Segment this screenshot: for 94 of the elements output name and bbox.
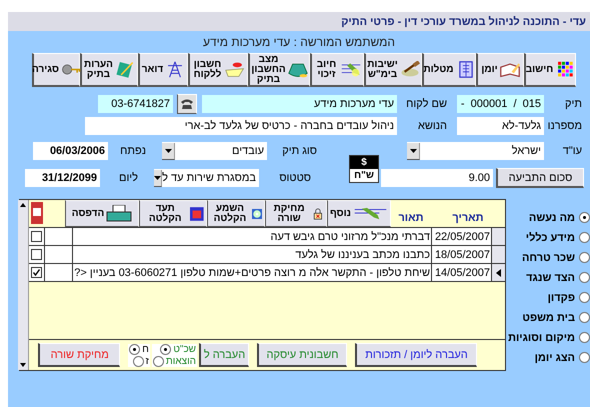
radio-button[interactable] [579,212,590,223]
table-cell: 18/05/2007 [431,246,491,263]
column-header: תאור [397,211,425,226]
scroll-up-icon[interactable] [20,203,26,207]
radio-button[interactable] [579,312,590,323]
field-label: תיק [564,98,583,110]
client-name-field[interactable]: עדי מערכות מידע [202,95,397,113]
table-tool-button[interactable]: מחיקת שורה [265,200,327,227]
table-tool-button[interactable]: נוסף [327,200,391,227]
section-option: בית משפט [522,312,575,324]
invoice-button[interactable]: חשבונית עיסקה [257,343,347,367]
scroll-down-icon[interactable] [20,363,26,367]
book-icon [500,61,520,78]
field-label: הנושא [416,120,448,132]
section-option: הצג יומן [534,352,575,364]
row-selector[interactable] [491,264,505,281]
window-title: עדי - התוכנה לניהול במשרד עורכי דין - פרטי התיק [341,16,586,28]
claim-amount-field[interactable]: 9.00 [381,169,493,187]
pen-icon [352,206,388,222]
radio-button[interactable] [579,292,590,303]
phone-button[interactable] [177,94,197,114]
table-cell: 22/05/2007 [431,228,491,245]
lawyer-select[interactable]: ישראל [407,142,544,160]
authorized-user-text: המשתמש המורשה : עדי מערכות מידע [202,35,396,49]
table-tool-button[interactable]: תעד הקלטה [139,200,207,227]
radio-button[interactable] [579,252,590,263]
radio-button[interactable] [579,232,590,243]
field-label: סטטוס [278,172,312,184]
section-option: שכר טרחה [522,252,575,264]
radio-button[interactable] [152,356,164,366]
toolbar-button[interactable]: חשבון ללקוח [188,53,248,87]
phone-field[interactable]: 03-6741827 [98,95,173,113]
field-label: עו"ד [562,145,583,157]
note-icon [115,61,135,78]
file-type-select[interactable]: עובדים [162,142,267,160]
diary-transfer-button[interactable]: העברה ליומן / תזכורות [355,343,477,367]
table-cell: שיחת טלפון - התקשר אלה מ רוצה פרטים+שמות טלפון 03-6060271 בעניין <? [72,264,431,281]
telephone-icon [180,98,194,110]
transfer-option: שכ"ט [173,344,196,354]
toolbar-button[interactable]: חישוב [524,53,576,87]
field-label: ליום [118,172,139,184]
side-option: ח [142,344,149,354]
opened-date-field[interactable]: 06/03/2006 [33,142,108,160]
transfer-option: הוצאות [166,356,196,366]
column-header: תאריך [451,211,485,226]
toolbar-button[interactable]: יומן [476,53,524,87]
until-date-field[interactable]: 31/12/2099 [25,169,100,187]
transfer-button[interactable]: העברה ל [199,343,249,367]
field-label: סוג תיק [281,145,318,157]
field-label: נפתח [119,145,147,157]
scrollbar[interactable] [18,200,30,370]
status-select[interactable]: במסגרת שירות עד ל [154,169,259,187]
radio-button[interactable] [132,356,144,366]
field-label: מספרנו [546,120,583,132]
radio-button[interactable] [160,344,172,354]
checkbox[interactable] [31,249,42,260]
hand-with-candy-icon [225,61,245,78]
claim-amount-button[interactable]: סכום התביעה [496,168,584,188]
section-option: הצד שנגד [526,272,575,284]
toolbar-button[interactable]: חיוב זיכוי [310,53,364,87]
section-option: מה נעשה [528,212,575,224]
checkbox[interactable] [31,267,42,278]
table-cell: 14/05/2007 [431,264,491,281]
money-bag-icon [288,61,308,78]
table-tool-button[interactable]: השמע הקלטה [207,200,265,227]
toolbar-button[interactable]: הערות בתיק [80,53,138,87]
gavel-icon [400,61,420,78]
table-cell: כתבנו מכתב בעניננו של גלעד [72,246,431,263]
toolbar-button[interactable]: דואר [138,53,188,87]
side-option: ז [146,356,149,366]
section-option: מיקום וסוגיות [508,332,575,344]
section-option: פקדון [548,292,575,304]
currency-option[interactable]: $ [350,156,378,169]
subject-field[interactable]: ניהול עובדים בחברה - כרטיס של גלעד לב-ארי [85,117,397,135]
printer-icon [106,204,132,222]
checkbox[interactable] [31,231,42,242]
section-option: מידע כללי [526,232,575,244]
radio-button[interactable] [129,344,140,354]
file-number-field[interactable]: 015 / 000001 - [457,95,544,113]
padlock-icon [312,206,324,222]
toolbar-button[interactable]: ישיבות בימ"ש [364,53,422,87]
radio-button[interactable] [579,332,590,343]
reference-field[interactable]: גלעד-לא [457,117,544,135]
radio-button[interactable] [579,272,590,283]
table-cell: דברתי מנכ"ל מרזוני טרם גיבש דעה [72,228,431,245]
row-pointer-icon [496,268,501,276]
pen-icon [341,61,361,78]
color-grid-icon [555,61,576,78]
toolbar-button[interactable]: מצב החשבון בתיק [248,53,310,87]
field-label: שם לקוח [405,98,448,110]
radio-button[interactable] [579,352,590,363]
row-selector[interactable] [491,246,505,263]
table-tool-button[interactable]: הדפסה [65,200,139,227]
row-selector[interactable] [491,228,505,245]
